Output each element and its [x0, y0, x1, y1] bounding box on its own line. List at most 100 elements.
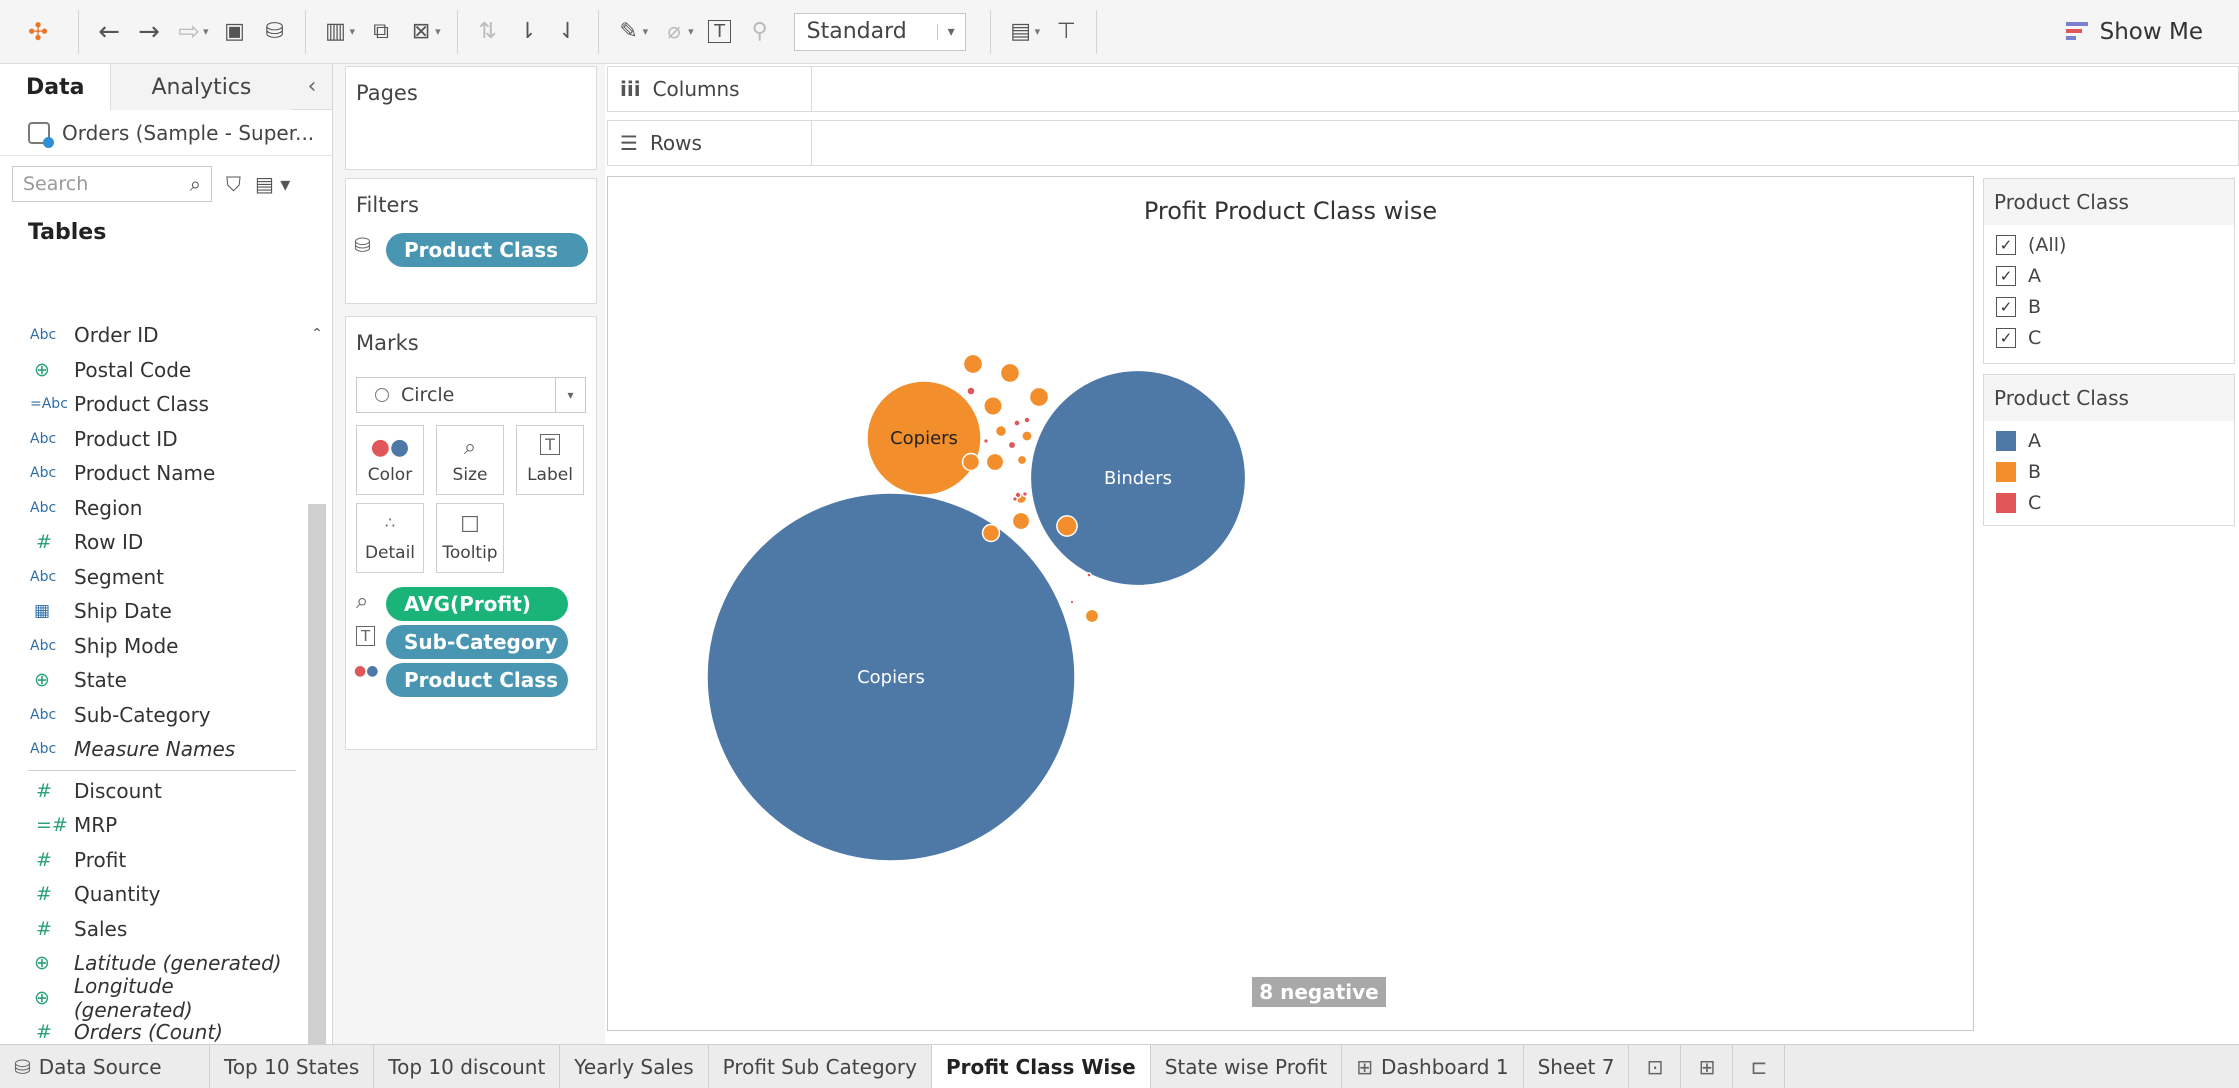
new-datasource-icon[interactable]: ⛁ — [255, 10, 295, 54]
color-legend-item[interactable]: C — [1984, 487, 2234, 518]
color-button[interactable]: ●● Color — [356, 425, 424, 495]
field-item[interactable]: Abc Order ID — [0, 318, 298, 353]
bubble-class-c[interactable] — [1021, 490, 1029, 498]
rows-shelf[interactable]: ☰ Rows — [607, 120, 2239, 166]
filter-option[interactable]: ✓ (All) — [1984, 229, 2234, 260]
filter-fields-icon[interactable]: ⛉ — [226, 172, 241, 196]
field-list-scrollbar[interactable]: ⌃ ⌄ — [306, 318, 328, 1088]
sheet-tab[interactable]: Profit Sub Category — [709, 1045, 932, 1088]
pages-card[interactable]: Pages — [345, 66, 597, 170]
field-item[interactable]: ▦ Ship Date — [0, 594, 298, 629]
bubble-class-b[interactable] — [983, 396, 1003, 416]
checkbox-checked-icon[interactable]: ✓ — [1996, 327, 2016, 348]
new-worksheet-dropdown-icon[interactable]: ▾ — [350, 25, 356, 38]
duplicate-sheet-icon[interactable]: ⧉ — [361, 10, 401, 54]
new-worksheet-tab-icon[interactable]: ⊡ — [1629, 1045, 1682, 1088]
color-legend-item[interactable]: A — [1984, 425, 2234, 456]
size-pill[interactable]: AVG(Profit) — [386, 587, 568, 621]
bubble-class-b[interactable] — [985, 452, 1005, 472]
label-button[interactable]: T Label — [516, 425, 584, 495]
sort-descending-icon[interactable]: ⇃ — [548, 10, 588, 54]
data-source-tab[interactable]: ⛁ Data Source — [0, 1045, 210, 1088]
sheet-tab[interactable]: State wise Profit — [1151, 1045, 1343, 1088]
mark-type-select[interactable]: Circle ▾ — [356, 377, 586, 413]
label-pill[interactable]: Sub-Category — [386, 625, 568, 659]
field-item[interactable]: Abc Ship Mode — [0, 629, 298, 664]
sheet-tab[interactable]: Yearly Sales — [560, 1045, 709, 1088]
search-input[interactable]: Search ⌕ — [12, 166, 212, 202]
show-me-button[interactable]: Show Me — [2065, 0, 2203, 64]
field-item[interactable]: Abc Product ID — [0, 422, 298, 457]
save-icon[interactable]: ▣ — [215, 10, 255, 54]
field-item[interactable]: Abc Measure Names — [0, 732, 298, 767]
collapse-pane-icon[interactable]: ‹ — [292, 64, 332, 109]
new-dashboard-tab-icon[interactable]: ⊞ — [1681, 1045, 1734, 1088]
bubble-class-c[interactable] — [1086, 572, 1092, 578]
viz-canvas[interactable]: Profit Product Class wise Copiers Binders… — [607, 176, 1974, 1031]
bubble-class-c[interactable] — [1013, 419, 1021, 427]
field-item[interactable]: # Sales — [0, 912, 298, 947]
redo-icon[interactable]: → — [129, 10, 169, 54]
fit-select[interactable]: Standard ▾ — [793, 12, 966, 51]
color-pill[interactable]: Product Class — [386, 663, 568, 697]
field-item[interactable]: ⊕ Postal Code — [0, 353, 298, 388]
checkbox-checked-icon[interactable]: ✓ — [1996, 296, 2016, 317]
detail-button[interactable]: ∴ Detail — [356, 503, 424, 573]
field-item[interactable]: ⊕ State — [0, 663, 298, 698]
datasource-item[interactable]: Orders (Sample - Super... — [0, 110, 332, 156]
negative-values-badge[interactable]: 8 negative — [1252, 977, 1386, 1007]
sheet-tab[interactable]: Top 10 discount — [374, 1045, 561, 1088]
field-item[interactable]: Abc Product Name — [0, 456, 298, 491]
group-dropdown-icon[interactable]: ▾ — [688, 25, 694, 38]
bubble-class-c[interactable] — [982, 437, 990, 445]
scroll-thumb[interactable] — [308, 504, 326, 1074]
bubble-class-b[interactable] — [1016, 454, 1028, 466]
field-item[interactable]: Abc Segment — [0, 560, 298, 595]
highlight-dropdown-icon[interactable]: ▾ — [643, 25, 649, 38]
field-item[interactable]: # Quantity — [0, 877, 298, 912]
checkbox-checked-icon[interactable]: ✓ — [1996, 265, 2016, 286]
bubble-class-b[interactable] — [962, 353, 984, 375]
bubble-class-b[interactable] — [1021, 430, 1033, 442]
field-item[interactable]: ⊕ Longitude (generated) — [0, 974, 298, 1022]
checkbox-checked-icon[interactable]: ✓ — [1996, 234, 2016, 255]
bubble-class-b[interactable] — [961, 452, 981, 472]
clear-sheet-dropdown-icon[interactable]: ▾ — [435, 25, 441, 38]
filter-pill-product-class[interactable]: Product Class — [386, 233, 588, 267]
swap-rows-columns-icon[interactable]: ⇅ — [468, 10, 508, 54]
columns-shelf[interactable]: iii Columns — [607, 66, 2239, 112]
replay-dropdown-icon[interactable]: ▾ — [203, 25, 209, 38]
sort-ascending-icon[interactable]: ⇂ — [508, 10, 548, 54]
new-story-tab-icon[interactable]: ⊏ — [1733, 1045, 1786, 1088]
filter-option[interactable]: ✓ A — [1984, 260, 2234, 291]
bubble-class-b[interactable] — [1028, 386, 1050, 408]
field-item[interactable]: =Abc Product Class — [0, 387, 298, 422]
bubble-class-b[interactable] — [994, 424, 1008, 438]
tab-data[interactable]: Data — [0, 64, 112, 110]
show-mark-labels-icon[interactable]: T — [700, 10, 740, 54]
sheet-tab[interactable]: Sheet 7 — [1524, 1045, 1630, 1088]
presentation-mode-icon[interactable]: ⊤ — [1046, 10, 1086, 54]
bubble-class-c[interactable] — [1007, 440, 1017, 450]
view-options-icon[interactable]: ▤ ▾ — [255, 172, 290, 196]
tableau-logo-icon[interactable]: ✣ — [18, 10, 58, 54]
field-item[interactable]: # Discount — [0, 774, 298, 809]
size-button[interactable]: ⌕ Size — [436, 425, 504, 495]
bubble-class-b[interactable] — [1056, 515, 1078, 537]
filter-option[interactable]: ✓ B — [1984, 291, 2234, 322]
scroll-up-icon[interactable]: ⌃ — [306, 326, 328, 348]
color-legend-item[interactable]: B — [1984, 456, 2234, 487]
bubble-class-c[interactable] — [1023, 416, 1031, 424]
bubble-class-c[interactable] — [1011, 495, 1019, 503]
field-item[interactable]: Abc Sub-Category — [0, 698, 298, 733]
sheet-tab[interactable]: Top 10 States — [210, 1045, 375, 1088]
field-item[interactable]: # Row ID — [0, 525, 298, 560]
bubble-class-c[interactable] — [966, 386, 976, 396]
tooltip-button[interactable]: ☐ Tooltip — [436, 503, 504, 573]
sheet-tab[interactable]: ⊞ Dashboard 1 — [1342, 1045, 1524, 1088]
bubble-class-b[interactable] — [1011, 511, 1031, 531]
filter-option[interactable]: ✓ C — [1984, 322, 2234, 353]
sheet-tab[interactable]: Profit Class Wise — [931, 1045, 1151, 1088]
bubble-class-b[interactable] — [999, 362, 1021, 384]
field-item[interactable]: =# MRP — [0, 808, 298, 843]
